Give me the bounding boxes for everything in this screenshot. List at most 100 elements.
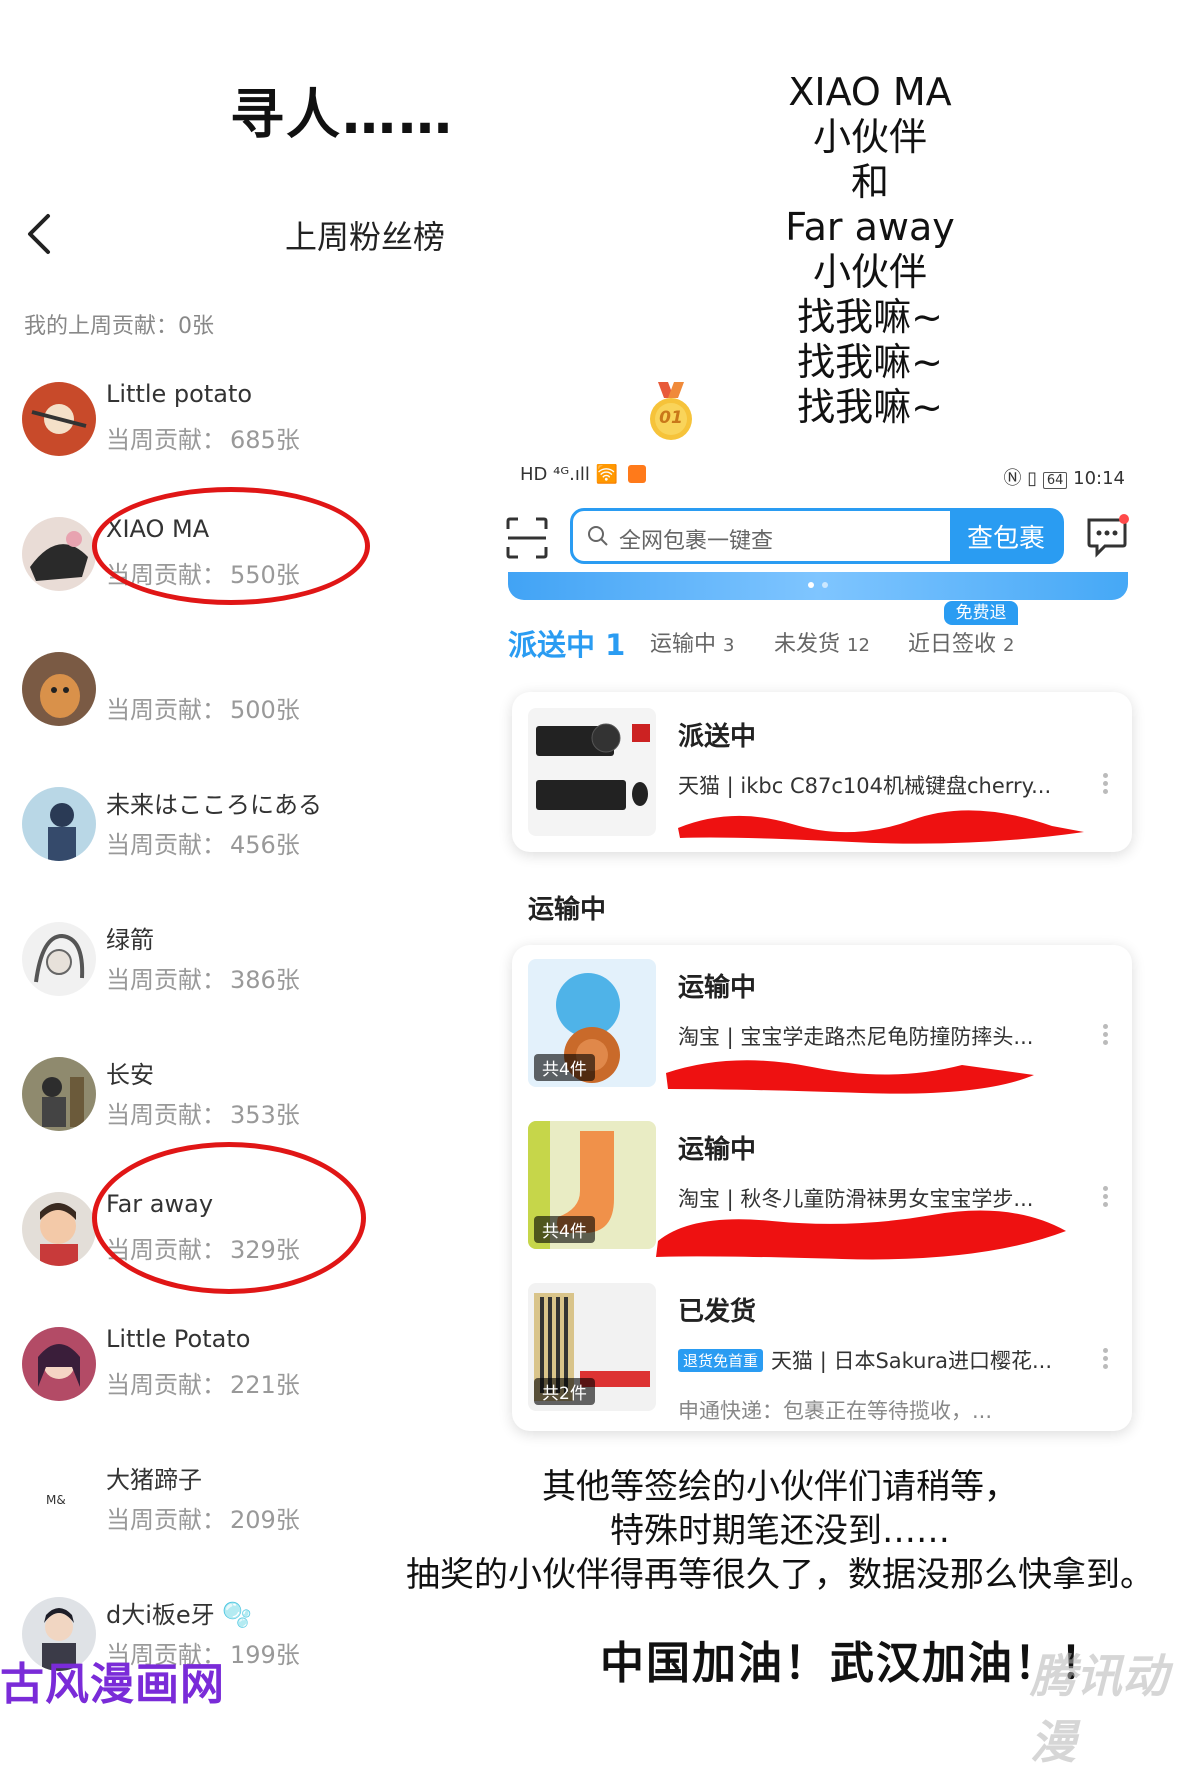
item-description: 淘宝 | 宝宝学走路杰尼龟防撞防摔头... <box>678 1025 1034 1049</box>
section-title: 运输中 <box>528 895 607 925</box>
avatar <box>22 652 96 726</box>
avatar <box>22 1192 96 1266</box>
search-bar[interactable]: 全网包裹一键查 查包裹 <box>570 508 1064 564</box>
keyboard-thumbnail <box>528 708 656 836</box>
tab-not-shipped[interactable]: 未发货 12 <box>774 626 870 658</box>
poem-line: 和 <box>850 160 889 204</box>
nfc-icon: Ⓝ <box>1003 468 1022 489</box>
item-quantity: 共4件 <box>534 1054 595 1081</box>
fan-row[interactable]: 未来はこころにある 当周贡献： 456张 <box>22 785 442 875</box>
medal-icon: 01 <box>648 382 694 442</box>
fan-row[interactable]: Little potato 当周贡献： 685张 <box>22 380 442 470</box>
page-heading: 寻人…… <box>230 83 454 146</box>
avatar <box>22 517 96 591</box>
pen-set-thumbnail: 共2件 <box>528 1283 656 1411</box>
signal-indicators: HD ⁴ᴳ.ıll 🛜 <box>520 464 618 485</box>
poem-line: XIAO MA <box>788 70 952 114</box>
svg-text:M&: M& <box>46 1493 66 1507</box>
tab-delivering[interactable]: 派送中 1 <box>508 622 625 664</box>
search-icon <box>588 526 608 546</box>
fan-name: Little Potato <box>106 1325 251 1353</box>
item-description: 退货免首重 天猫 | 日本Sakura进口樱花... <box>678 1345 1078 1375</box>
status-right: Ⓝ ▯ 64 10:14 <box>1003 464 1125 490</box>
poem-line: 找我嘛~ <box>797 385 943 429</box>
fan-count: 当周贡献： 685张 <box>106 426 300 454</box>
poem-line: 小伙伴 <box>812 250 927 294</box>
watermark: 腾讯动漫 <box>1030 1649 1168 1769</box>
fan-list-title: 上周粉丝榜 <box>285 218 446 256</box>
bubble-icon: 🫧 <box>222 1601 253 1629</box>
note: 其他等签绘的小伙伴们请稍等， 特殊时期笔还没到…… 抽奖的小伙伴得再等很久了，数… <box>380 1465 1180 1597</box>
fan-row[interactable]: 绿箭 当周贡献： 386张 <box>22 920 442 1010</box>
avatar: M& <box>22 1462 96 1536</box>
redaction-scribble <box>666 1060 1034 1094</box>
note-line: 其他等签绘的小伙伴们请稍等， <box>542 1467 1018 1507</box>
redaction-scribble <box>678 810 1084 844</box>
fan-row[interactable]: 长安 当周贡献： 353张 <box>22 1055 442 1145</box>
carousel-dot <box>822 582 828 588</box>
tab-recently-signed[interactable]: 近日签收 2 <box>908 626 1014 658</box>
item-status: 运输中 <box>678 973 757 1003</box>
fan-row[interactable]: Little Potato 当周贡献： 221张 <box>22 1325 442 1415</box>
more-options-icon[interactable] <box>1100 1021 1110 1051</box>
watermark: 古风漫画网 <box>0 1659 225 1710</box>
avatar <box>22 382 96 456</box>
turtle-cushion-thumbnail: 共4件 <box>528 959 656 1087</box>
item-description: 天猫 | ikbc C87c104机械键盘cherry... <box>678 774 1052 798</box>
clock: 10:14 <box>1073 468 1125 489</box>
refund-badge: 退货免首重 <box>678 1349 764 1372</box>
highlight-circle <box>92 487 370 605</box>
note-line: 抽奖的小伙伴得再等很久了，数据没那么快拿到。 <box>406 1555 1154 1595</box>
fan-name: 未来はこころにある <box>106 791 322 819</box>
fan-count: 当周贡献： 353张 <box>106 1101 300 1129</box>
message-icon[interactable] <box>1085 514 1129 558</box>
more-options-icon[interactable] <box>1100 770 1110 800</box>
package-tabs: 派送中 1 运输中 3 未发货 12 近日签收 2 <box>508 626 1128 666</box>
scan-icon[interactable] <box>506 517 548 559</box>
item-quantity: 共4件 <box>534 1216 595 1243</box>
tab-in-transit[interactable]: 运输中 3 <box>650 626 734 658</box>
status-bar: HD ⁴ᴳ.ıll 🛜 Ⓝ ▯ 64 10:14 <box>520 464 1125 492</box>
fan-row[interactable]: M& 大猪蹄子 当周贡献： 209张 <box>22 1460 442 1550</box>
medal-number: 01 <box>659 408 683 428</box>
app-notification-icon <box>627 465 646 483</box>
battery-icon: 64 <box>1042 472 1068 489</box>
poem-line: 找我嘛~ <box>797 295 943 339</box>
avatar <box>22 787 96 861</box>
my-contribution: 我的上周贡献：0张 <box>24 314 214 339</box>
avatar <box>22 1327 96 1401</box>
fan-name: d大i板e牙 🫧 <box>106 1601 253 1629</box>
item-quantity: 共2件 <box>534 1378 595 1405</box>
more-options-icon[interactable] <box>1100 1183 1110 1213</box>
fan-count: 当周贡献： 209张 <box>106 1506 300 1534</box>
fan-count: 当周贡献： 500张 <box>106 696 300 724</box>
free-return-tag: 免费退 <box>944 601 1018 625</box>
package-item[interactable]: 共2件 已发货 退货免首重 天猫 | 日本Sakura进口樱花... 申通快递：包… <box>528 1283 1116 1423</box>
item-status: 运输中 <box>678 1135 757 1165</box>
item-status: 已发货 <box>678 1297 757 1327</box>
note-line: 特殊时期笔还没到…… <box>610 1511 950 1551</box>
avatar <box>22 1057 96 1131</box>
search-input[interactable]: 全网包裹一键查 <box>619 523 773 555</box>
redaction-scribble <box>656 1210 1066 1260</box>
fan-name: 大猪蹄子 <box>106 1466 202 1494</box>
fan-row[interactable]: 当周贡献： 500张 <box>22 650 442 740</box>
vibrate-icon: ▯ <box>1027 468 1038 489</box>
fan-name: 长安 <box>106 1061 154 1089</box>
search-button[interactable]: 查包裹 <box>950 510 1062 562</box>
back-chevron-icon[interactable] <box>20 210 60 258</box>
fan-name: Little potato <box>106 380 253 408</box>
fan-count: 当周贡献： 221张 <box>106 1371 300 1399</box>
poem: XIAO MA 小伙伴 和 Far away 小伙伴 找我嘛~ 找我嘛~ 找我嘛… <box>760 70 980 430</box>
delivering-card[interactable]: 派送中 天猫 | ikbc C87c104机械键盘cherry... <box>512 692 1132 852</box>
carousel-dot <box>808 582 814 588</box>
promo-banner[interactable] <box>508 572 1128 600</box>
poem-line: 小伙伴 <box>812 115 927 159</box>
poem-line: 找我嘛~ <box>797 340 943 384</box>
poem-line: Far away <box>785 205 955 249</box>
fan-count: 当周贡献： 456张 <box>106 831 300 859</box>
more-options-icon[interactable] <box>1100 1345 1110 1375</box>
item-tracking: 申通快递：包裹正在等待揽收，... <box>678 1399 993 1423</box>
socks-thumbnail: 共4件 <box>528 1121 656 1249</box>
item-status: 派送中 <box>678 722 757 752</box>
